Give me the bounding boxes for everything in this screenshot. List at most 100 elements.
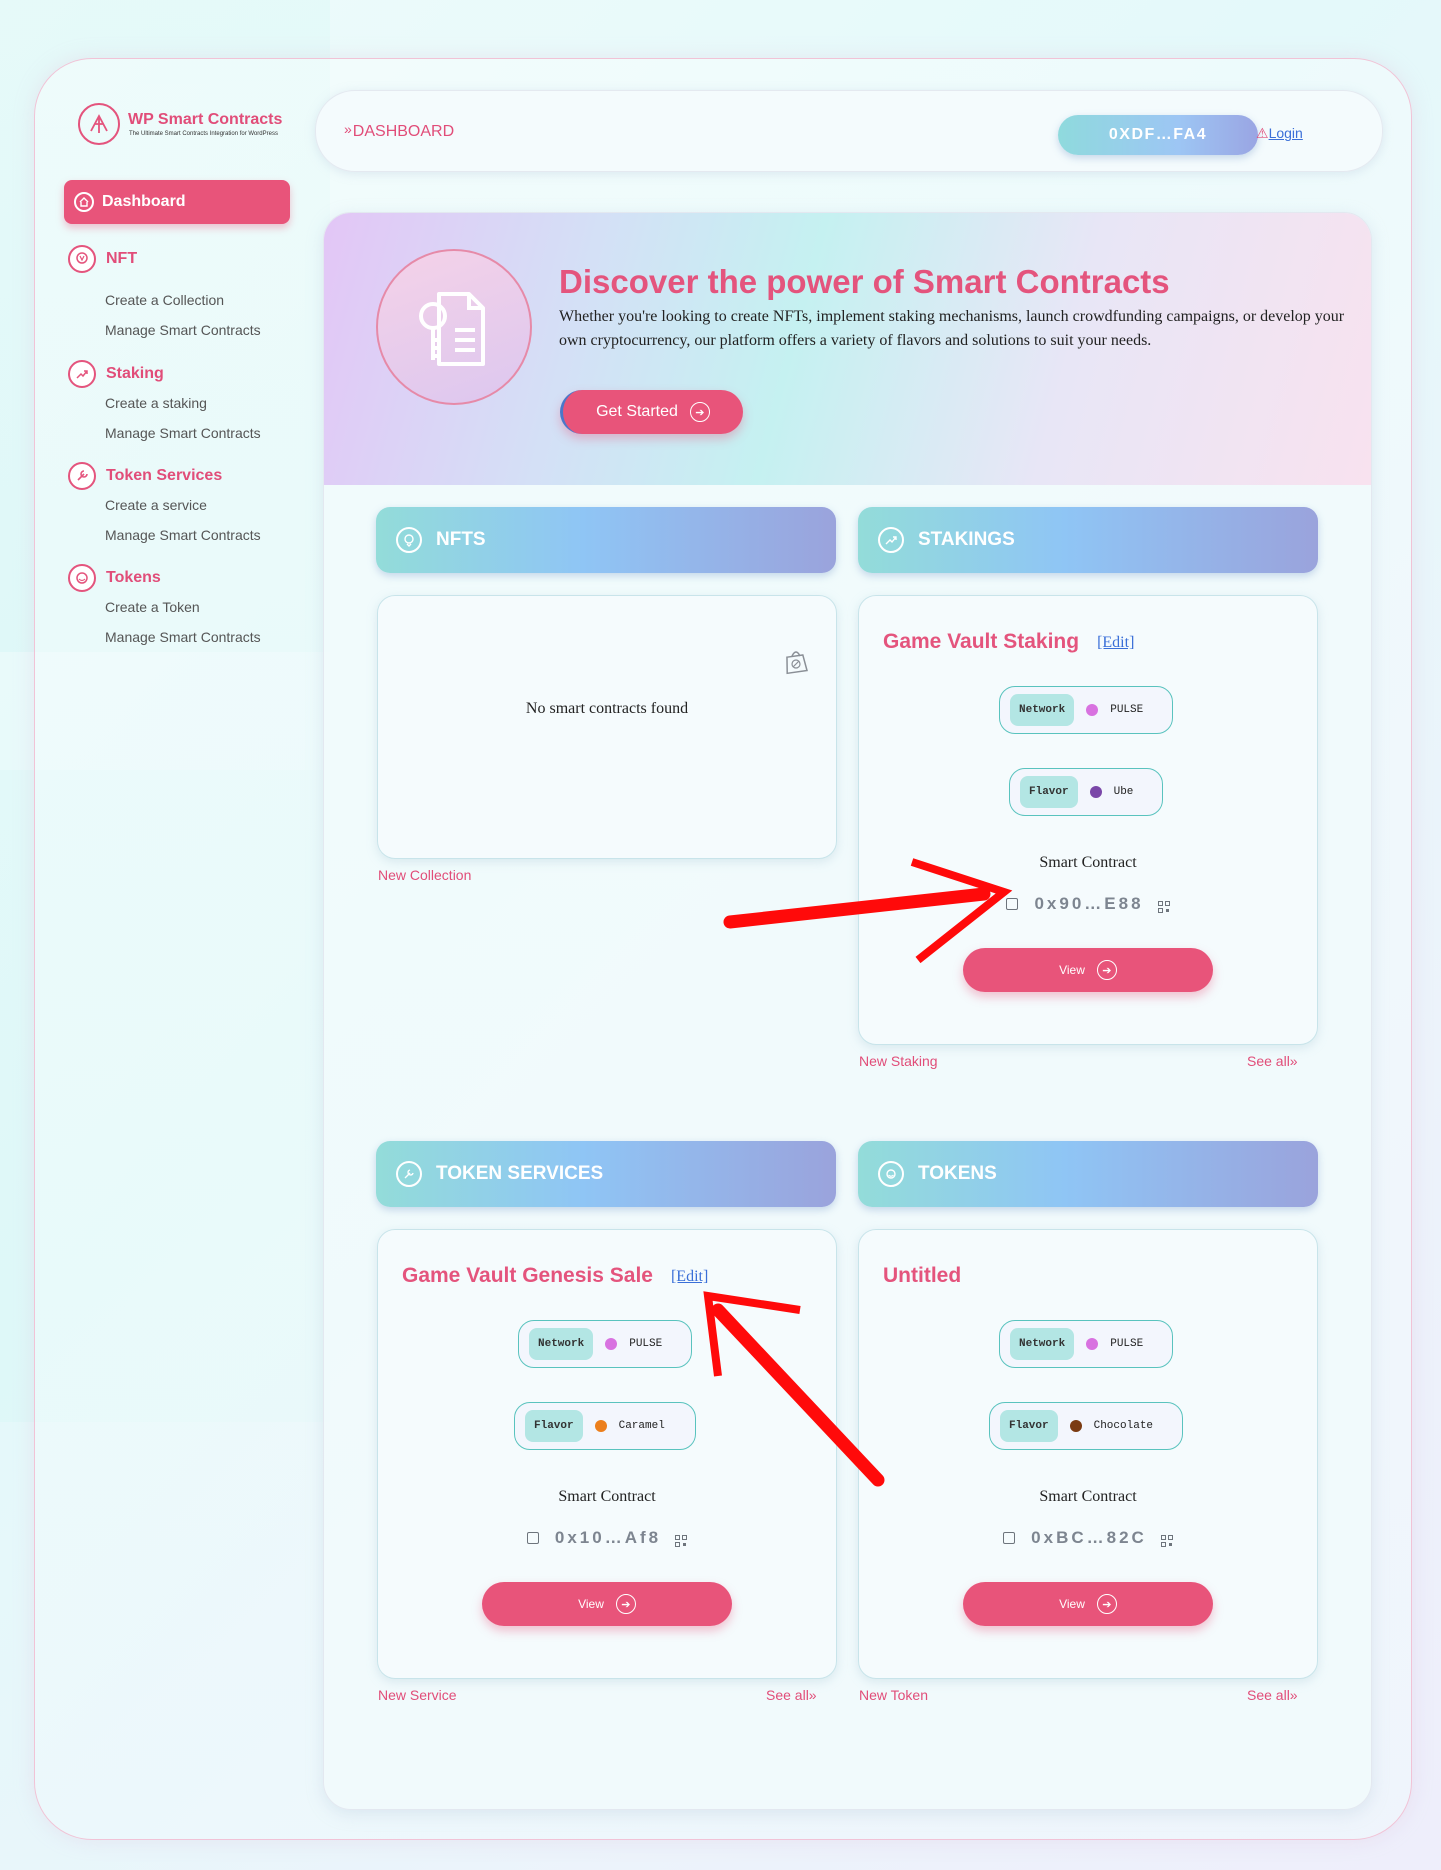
sidebar-subitem-create-token[interactable]: Create a Token xyxy=(105,592,261,622)
section-header-nfts: NFTS xyxy=(376,507,836,573)
network-dot xyxy=(605,1338,618,1350)
section-header-token-services: TOKEN SERVICES xyxy=(376,1141,836,1207)
edit-link[interactable]: [Edit] xyxy=(1097,634,1134,651)
network-value: PULSE xyxy=(1110,704,1144,716)
contract-address: 0x90…E88 xyxy=(859,894,1317,914)
contract-address: 0xBC…82C xyxy=(859,1528,1317,1548)
wrench-icon xyxy=(68,462,96,490)
flavor-badge: Flavor Caramel xyxy=(514,1402,696,1450)
logo-title: WP Smart Contracts xyxy=(128,111,283,128)
section-title: TOKEN SERVICES xyxy=(436,1163,604,1184)
wallet-address-button[interactable]: 0XDF…FA4 xyxy=(1058,115,1258,155)
sidebar-group-staking: Staking Create a staking Manage Smart Co… xyxy=(68,360,261,448)
see-all-stakings-link[interactable]: See all» xyxy=(1247,1053,1298,1069)
hero-description: Whether you're looking to create NFTs, i… xyxy=(559,308,1345,349)
staking-icon xyxy=(878,527,904,553)
flavor-value: Chocolate xyxy=(1093,1420,1154,1432)
edit-link[interactable]: [Edit] xyxy=(671,1268,708,1285)
sidebar-group-token-services: Token Services Create a service Manage S… xyxy=(68,462,261,550)
flavor-dot xyxy=(1089,786,1102,798)
address-value: 0x10…Af8 xyxy=(554,1528,662,1547)
breadcrumb[interactable]: »DASHBOARD xyxy=(344,121,454,141)
arrow-right-icon: ➔ xyxy=(689,402,710,422)
copy-icon[interactable] xyxy=(1006,898,1019,910)
arrow-right-icon: ➔ xyxy=(1096,960,1117,980)
new-staking-link[interactable]: New Staking xyxy=(859,1053,938,1069)
network-value: PULSE xyxy=(1110,1338,1144,1350)
network-dot xyxy=(1086,704,1099,716)
arrow-right-icon: ➔ xyxy=(615,1594,636,1614)
logo[interactable]: WP Smart Contracts The Ultimate Smart Co… xyxy=(78,103,282,145)
flavor-tag: Flavor xyxy=(1020,776,1078,808)
qr-code-icon[interactable] xyxy=(675,1532,688,1547)
staking-card: Game Vault Staking [Edit] Network PULSE F… xyxy=(858,595,1318,1045)
sidebar-item-label: Token Services xyxy=(106,467,223,484)
home-icon xyxy=(74,192,94,212)
contract-address: 0x10…Af8 xyxy=(378,1528,836,1548)
sidebar-item-tokens[interactable]: Tokens xyxy=(68,564,261,592)
nft-icon xyxy=(68,245,96,273)
address-value: 0x90…E88 xyxy=(1034,894,1144,913)
smart-contract-label: Smart Contract xyxy=(558,1488,656,1505)
copy-icon[interactable] xyxy=(526,1532,539,1544)
address-value: 0xBC…82C xyxy=(1031,1528,1147,1547)
new-collection-link[interactable]: New Collection xyxy=(378,867,471,883)
sidebar-group-tokens: Tokens Create a Token Manage Smart Contr… xyxy=(68,564,261,652)
view-button[interactable]: View ➔ xyxy=(963,948,1213,992)
copy-icon[interactable] xyxy=(1003,1532,1016,1544)
network-badge: Network PULSE xyxy=(999,686,1173,734)
contract-name: Game Vault Genesis Sale xyxy=(402,1264,653,1287)
token-service-card: Game Vault Genesis Sale [Edit] Network PU… xyxy=(377,1229,837,1679)
section-title: STAKINGS xyxy=(918,529,1015,550)
sidebar-subitem-create-collection[interactable]: Create a Collection xyxy=(105,285,261,315)
sidebar-item-dashboard[interactable]: Dashboard xyxy=(64,180,290,224)
flavor-tag: Flavor xyxy=(1000,1410,1058,1442)
sidebar-group-nft: NFT Create a Collection Manage Smart Con… xyxy=(68,245,261,345)
new-token-link[interactable]: New Token xyxy=(859,1687,928,1703)
nfts-empty-card: No smart contracts found xyxy=(377,595,837,859)
sidebar-item-label: NFT xyxy=(106,250,138,267)
top-bar: »DASHBOARD 0XDF…FA4 ⚠Login xyxy=(315,90,1383,172)
section-header-tokens: TOKENS xyxy=(858,1141,1318,1207)
view-button[interactable]: View ➔ xyxy=(963,1582,1213,1626)
warning-icon: ⚠ xyxy=(1256,125,1269,141)
contract-title: Game Vault Staking [Edit] xyxy=(883,630,1134,654)
login-area: ⚠Login xyxy=(1256,125,1303,142)
empty-state-text: No smart contracts found xyxy=(525,700,689,717)
qr-code-icon[interactable] xyxy=(1157,898,1170,913)
see-all-services-link[interactable]: See all» xyxy=(766,1687,817,1703)
main-panel: Discover the power of Smart Contracts Wh… xyxy=(323,212,1372,1810)
hero-title: Discover the power of Smart Contracts xyxy=(559,263,1170,300)
wrench-icon xyxy=(396,1161,422,1187)
flavor-tag: Flavor xyxy=(525,1410,583,1442)
section-header-stakings: STAKINGS xyxy=(858,507,1318,573)
contract-title: Game Vault Genesis Sale [Edit] xyxy=(402,1264,708,1288)
contract-name: Game Vault Staking xyxy=(883,630,1080,653)
see-all-tokens-link[interactable]: See all» xyxy=(1247,1687,1298,1703)
new-service-link[interactable]: New Service xyxy=(378,1687,457,1703)
view-button[interactable]: View ➔ xyxy=(482,1582,732,1626)
view-label: View xyxy=(578,1597,604,1611)
sidebar-item-nft[interactable]: NFT xyxy=(68,245,261,273)
empty-bag-icon xyxy=(782,646,810,681)
get-started-label: Get Started xyxy=(596,403,678,420)
sidebar-item-label: Staking xyxy=(106,365,164,382)
sidebar-subitem-manage-services[interactable]: Manage Smart Contracts xyxy=(105,520,261,550)
sidebar-item-token-services[interactable]: Token Services xyxy=(68,462,261,490)
view-label: View xyxy=(1059,963,1085,977)
network-value: PULSE xyxy=(629,1338,663,1350)
login-link[interactable]: Login xyxy=(1269,125,1303,141)
sidebar-subitem-manage-tokens[interactable]: Manage Smart Contracts xyxy=(105,622,261,652)
sidebar-subitem-manage-nft[interactable]: Manage Smart Contracts xyxy=(105,315,261,345)
contract-title: Untitled xyxy=(883,1264,961,1288)
coin-icon xyxy=(878,1161,904,1187)
qr-code-icon[interactable] xyxy=(1160,1532,1173,1547)
smart-contract-label: Smart Contract xyxy=(1039,854,1137,871)
get-started-button[interactable]: Get Started ➔ xyxy=(560,390,743,434)
sidebar-item-staking[interactable]: Staking xyxy=(68,360,261,388)
sidebar-subitem-manage-staking[interactable]: Manage Smart Contracts xyxy=(105,418,261,448)
sidebar-item-label: Tokens xyxy=(106,569,161,586)
sidebar-subitem-create-service[interactable]: Create a service xyxy=(105,490,261,520)
logo-mark-icon xyxy=(78,103,120,145)
sidebar-subitem-create-staking[interactable]: Create a staking xyxy=(105,388,261,418)
